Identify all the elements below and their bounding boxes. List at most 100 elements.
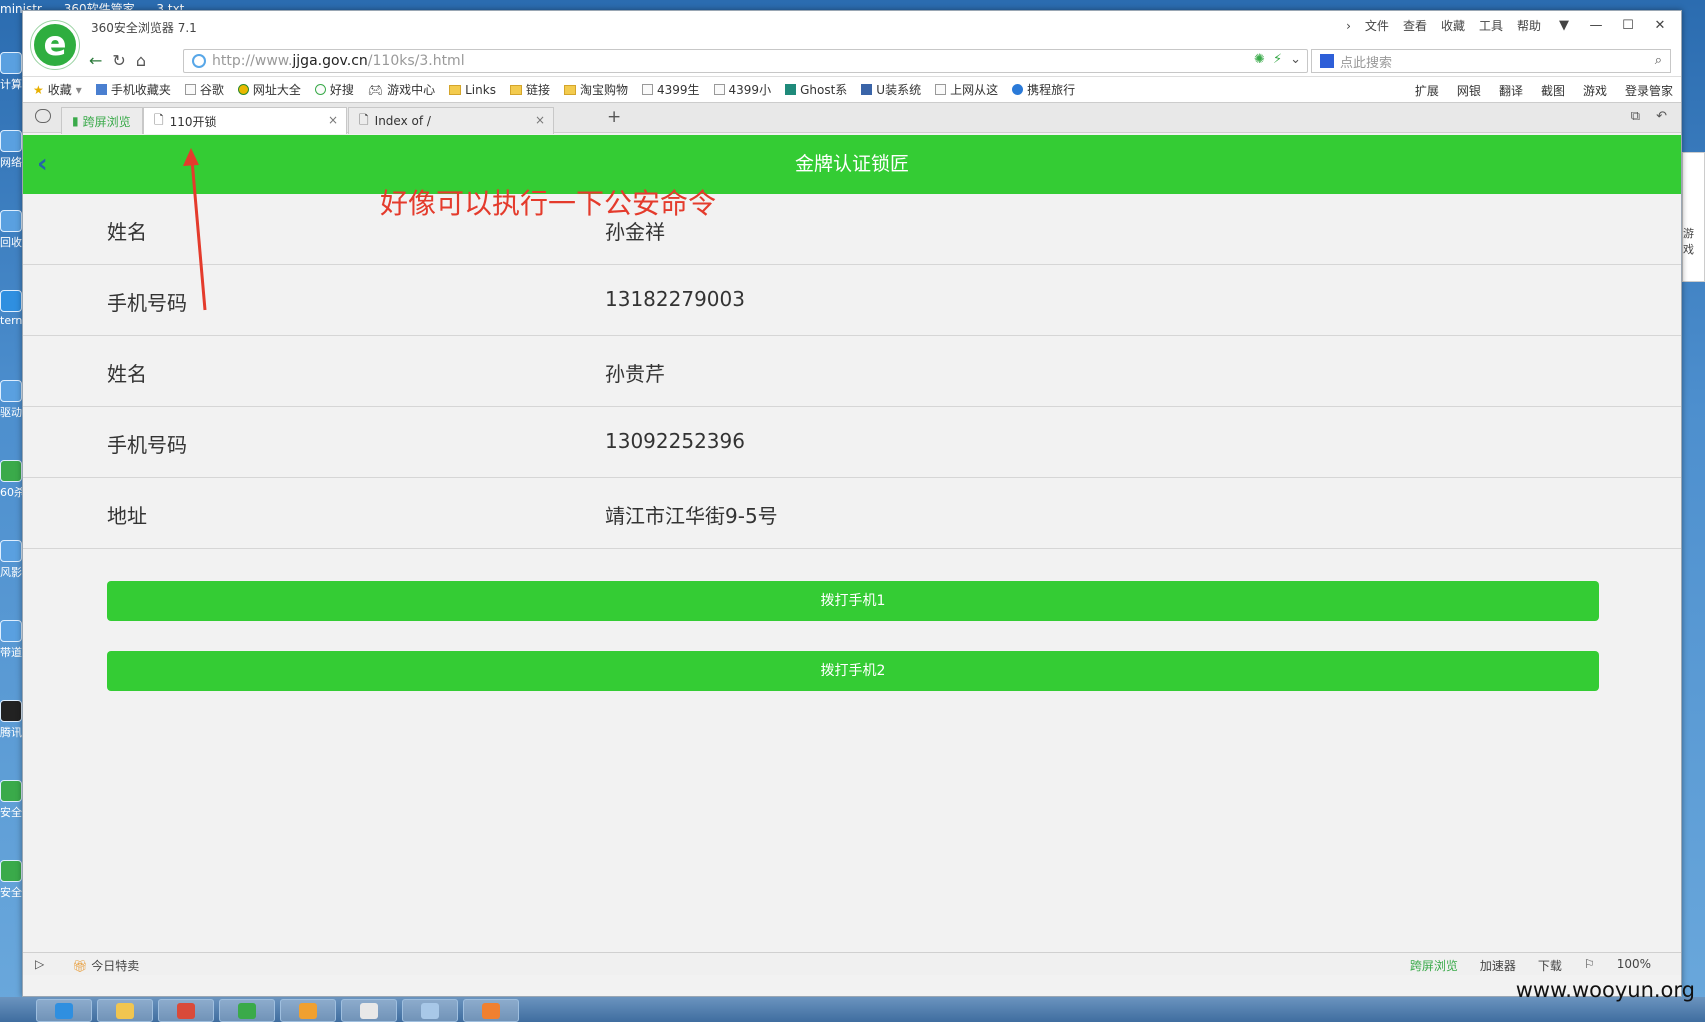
login-manager-button[interactable]: 登录管家 — [1625, 82, 1673, 99]
menu-view[interactable]: 查看 — [1403, 17, 1427, 34]
menu-favorites[interactable]: 收藏 — [1441, 17, 1465, 34]
online-banking-button[interactable]: 网银 — [1457, 82, 1481, 99]
bookmark-item[interactable]: ★ 收藏 ▾ — [33, 81, 82, 98]
download-button[interactable]: 下载 — [1538, 957, 1562, 974]
desktop-icon-computer[interactable]: 计算 — [0, 52, 24, 92]
taskbar-app-icon[interactable] — [463, 999, 519, 1022]
taskbar-audio-icon[interactable] — [280, 999, 336, 1022]
bookmark-item[interactable]: 淘宝购物 — [563, 81, 628, 98]
compat-mode-icon[interactable]: ✺ — [1254, 52, 1265, 67]
close-tab-icon[interactable]: × — [328, 113, 338, 127]
call-phone-2-button[interactable]: 拨打手机2 — [107, 651, 1599, 691]
search-icon[interactable]: ⌕ — [1655, 53, 1662, 68]
taskbar-explorer-icon[interactable] — [97, 999, 153, 1022]
row-label: 手机号码 — [107, 291, 187, 315]
bookmark-item[interactable]: 链接 — [509, 81, 550, 98]
desktop-icon-driver[interactable]: 驱动 — [0, 380, 24, 420]
tab-110-locksmith[interactable]: 🗋 110开锁 × — [143, 107, 347, 134]
url-input[interactable]: http://www. jjga.gov.cn/110ks/3.html ✺ ⚡ … — [183, 49, 1308, 73]
home-icon[interactable]: ⌂ — [136, 51, 146, 70]
flag-icon[interactable]: ⚐ — [1584, 957, 1595, 974]
url-path: /110ks/3.html — [367, 53, 465, 69]
call-phone-1-button[interactable]: 拨打手机1 — [107, 581, 1599, 621]
page-header: ‹ 金牌认证锁匠 — [23, 135, 1681, 194]
url-prefix: http://www. — [212, 53, 293, 69]
new-tab-icon[interactable]: + — [607, 107, 621, 127]
menu-tools[interactable]: 工具 — [1479, 17, 1503, 34]
minimize-icon[interactable]: — — [1587, 18, 1605, 33]
app-title: 360安全浏览器 7.1 — [91, 21, 197, 35]
row-value: 孙贵芹 — [605, 362, 665, 386]
menu-file[interactable]: 文件 — [1365, 17, 1389, 34]
maximize-icon[interactable]: ☐ — [1619, 18, 1637, 33]
bookmark-item[interactable]: 🎮︎ 游戏中心 — [368, 81, 435, 98]
cross-screen-status-button[interactable]: 跨屏浏览 — [1410, 957, 1458, 974]
row-label: 手机号码 — [107, 433, 187, 457]
info-row: 地址 靖江市江华街9-5号 — [23, 478, 1681, 549]
bookmark-item[interactable]: 手机收藏夹 — [95, 81, 171, 98]
bookmark-item[interactable]: 携程旅行 — [1012, 81, 1075, 98]
refresh-icon[interactable]: ↻ — [112, 51, 125, 70]
bookmark-item[interactable]: 好搜 — [314, 81, 354, 98]
bookmark-item[interactable]: 谷歌 — [184, 81, 224, 98]
lightning-icon[interactable]: ⚡ — [1273, 52, 1282, 67]
tab-cross-screen[interactable]: ▮ 跨屏浏览 — [61, 107, 143, 134]
close-icon[interactable]: ✕ — [1651, 18, 1669, 33]
desktop-icon-qq[interactable]: 腾讯C — [0, 700, 24, 740]
bookmark-item[interactable]: 4399生 — [641, 81, 700, 98]
desktop-icon-360-safe[interactable]: 安全 — [0, 860, 24, 900]
menu-help[interactable]: 帮助 — [1517, 17, 1541, 34]
screenshot-button[interactable]: 截图 — [1541, 82, 1565, 99]
annotation-text: 好像可以执行一下公安命令 — [380, 187, 717, 220]
bookmark-item[interactable]: U装系统 — [861, 81, 921, 98]
extensions-button[interactable]: 扩展 — [1415, 82, 1439, 99]
dropdown-icon[interactable]: ⌄ — [1290, 52, 1301, 67]
search-input[interactable]: 点此搜索 ⌕ — [1311, 49, 1671, 73]
row-label: 地址 — [107, 504, 147, 528]
watermark: www.wooyun.org — [1515, 978, 1695, 1002]
restore-tabs-icon[interactable]: ⧉ — [1631, 109, 1640, 124]
daily-deals-link[interactable]: 🎁︎ 今日特卖 — [72, 957, 139, 974]
bookmark-item[interactable]: 4399小 — [713, 81, 771, 98]
usb-icon — [861, 84, 873, 95]
tab-strip: ▮ 跨屏浏览 🗋 110开锁 × 🗋 Index of / × + ⧉ ↶ — [23, 103, 1681, 134]
translate-button[interactable]: 翻译 — [1499, 82, 1523, 99]
desktop-icon-broadband[interactable]: 带道 — [0, 620, 24, 660]
chevron-right-icon[interactable]: › — [1346, 19, 1351, 33]
taskbar-360-browser-icon[interactable] — [219, 999, 275, 1022]
taskbar-app-icon[interactable] — [402, 999, 458, 1022]
back-chevron-icon[interactable]: ‹ — [37, 135, 48, 194]
close-tab-icon[interactable]: × — [535, 113, 545, 127]
bookmark-item[interactable]: 上网从这 — [935, 81, 998, 98]
desktop-icon-network[interactable]: 网络 — [0, 130, 24, 170]
games-button[interactable]: 游戏 — [1583, 82, 1607, 99]
taskbar-app-icon[interactable] — [341, 999, 397, 1022]
zoom-level[interactable]: 100% — [1617, 957, 1651, 974]
bookmark-item[interactable]: 网址大全 — [237, 81, 301, 98]
cloud-icon[interactable] — [35, 109, 51, 123]
bookmark-item[interactable]: Ghost系 — [785, 81, 847, 98]
baidu-icon[interactable] — [1320, 54, 1334, 68]
tab-index-of[interactable]: 🗋 Index of / × — [348, 107, 554, 134]
gamepad-icon: 🎮︎ — [367, 82, 384, 97]
browser-logo-icon[interactable]: e — [31, 21, 79, 69]
ctrip-icon — [1012, 84, 1024, 95]
taskbar-chrome-icon[interactable] — [158, 999, 214, 1022]
phone-icon — [95, 84, 107, 95]
taskbar-ie-icon[interactable] — [36, 999, 92, 1022]
side-panel-label[interactable]: 游戏 — [1683, 225, 1704, 257]
row-value: 13182279003 — [605, 287, 745, 311]
gift-icon: 🎁︎ — [72, 959, 88, 973]
bookmark-item[interactable]: Links — [449, 83, 496, 97]
accelerator-button[interactable]: 加速器 — [1480, 957, 1516, 974]
sidebar-toggle-icon[interactable]: ▷ — [35, 957, 44, 974]
desktop-icon-360-antivirus[interactable]: 60杀 — [0, 460, 24, 500]
undo-icon[interactable]: ↶ — [1656, 109, 1667, 124]
desktop-icon-player[interactable]: 风影 — [0, 540, 24, 580]
desktop-icon-360-browser[interactable]: 安全器7 — [0, 780, 24, 820]
desktop-icon-ie[interactable]: tern plo — [0, 290, 24, 327]
desktop-icon-recycle-bin[interactable]: 回收 — [0, 210, 24, 250]
row-label: 姓名 — [107, 220, 147, 244]
back-arrow-icon[interactable]: ← — [89, 51, 102, 70]
skin-icon[interactable]: ▼ — [1555, 18, 1573, 33]
